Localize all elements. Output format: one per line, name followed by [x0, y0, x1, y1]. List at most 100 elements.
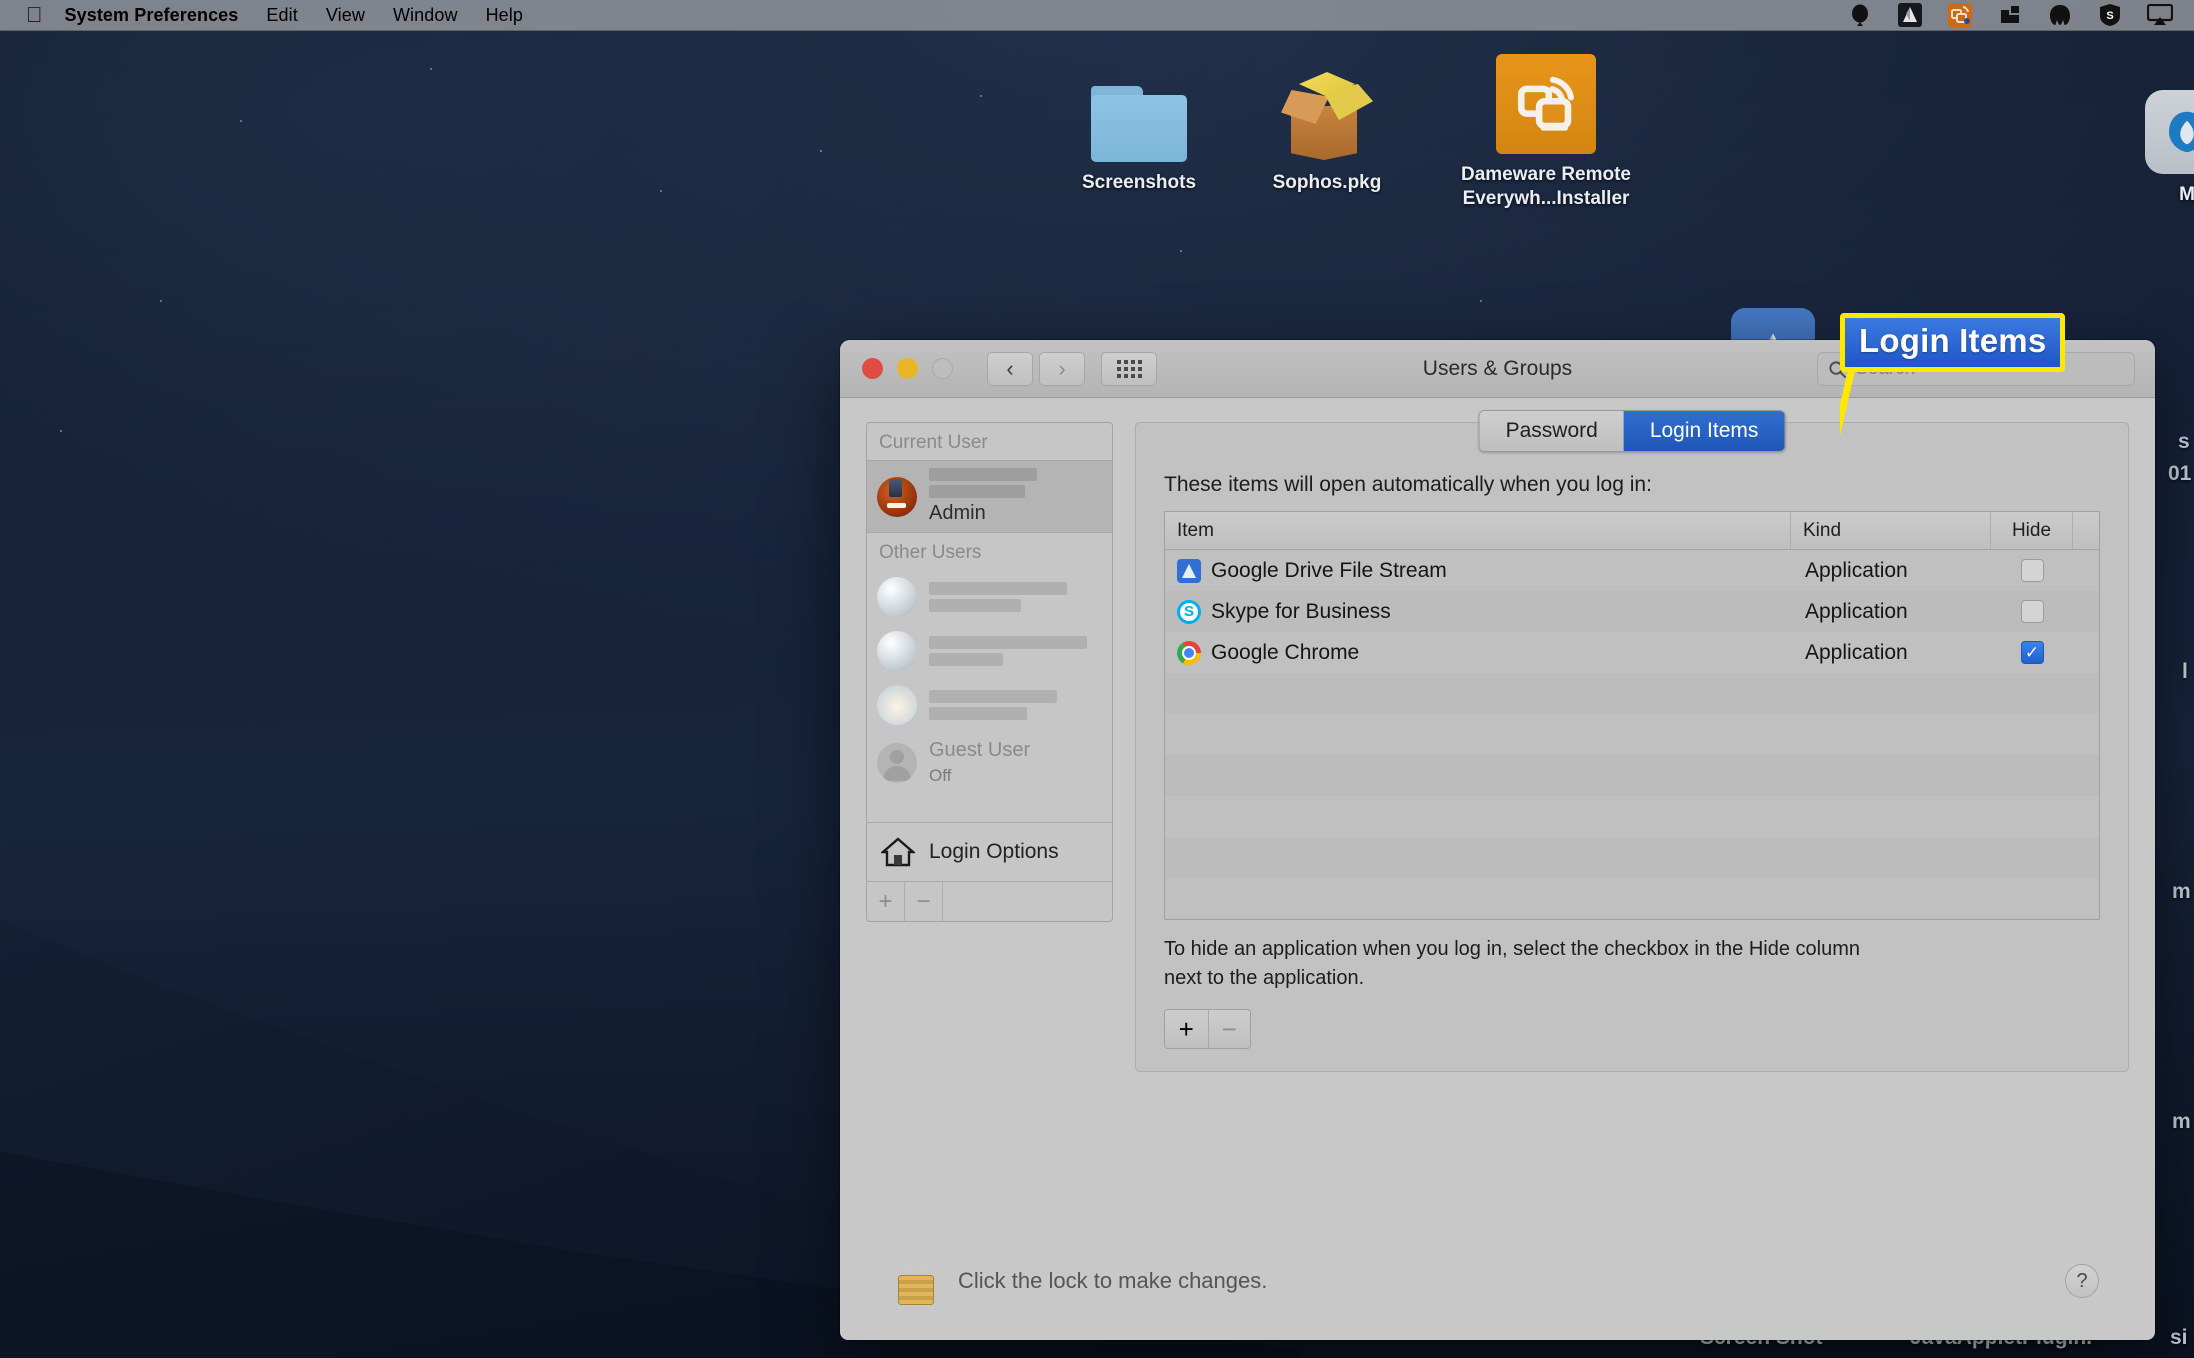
show-all-grid-button[interactable] — [1101, 351, 1157, 386]
guest-user-text: Guest User Off — [929, 739, 1030, 786]
users-and-groups-window: ‹ › Users & Groups Search Current User — [840, 340, 2155, 1340]
other-user-text — [929, 582, 1067, 612]
row-item-label: Skype for Business — [1211, 599, 1391, 623]
menu-status-area: S — [1846, 3, 2174, 27]
grid-icon — [1116, 359, 1142, 378]
row-item-cell: S Skype for Business — [1165, 599, 1791, 624]
desktop-icon-m-app[interactable]: M — [2112, 70, 2194, 207]
sidebar-footer: + − — [867, 881, 1112, 921]
users-sidebar: Current User Admin Other Users Guest Use… — [866, 422, 1113, 922]
table-row[interactable]: Google Drive File Stream Application — [1165, 550, 2099, 591]
remove-login-item-button[interactable]: − — [1207, 1010, 1250, 1048]
menu-help[interactable]: Help — [486, 5, 523, 26]
tab-login-items[interactable]: Login Items — [1623, 411, 1785, 451]
golf-ball-avatar — [877, 577, 917, 617]
content-panes: Current User Admin Other Users Guest Use… — [866, 410, 2129, 1072]
google-drive-icon[interactable] — [1896, 3, 1924, 27]
row-kind-cell: Application — [1805, 599, 1908, 623]
desktop-icon-screenshots[interactable]: Screenshots — [1050, 58, 1228, 195]
edge-label-l: l — [2182, 660, 2188, 683]
other-user-text — [929, 690, 1057, 720]
row-item-label: Google Drive File Stream — [1211, 558, 1447, 582]
tab-password[interactable]: Password — [1479, 411, 1624, 451]
help-button[interactable]: ? — [2065, 1264, 2099, 1298]
admin-avatar — [877, 476, 917, 517]
hide-checkbox[interactable] — [2020, 600, 2044, 623]
menu-system-preferences[interactable]: System Preferences — [65, 5, 239, 26]
folder-icon — [1050, 58, 1228, 162]
login-items-add-remove: + − — [1164, 1009, 1251, 1049]
hide-checkbox[interactable]: ✓ — [2020, 641, 2044, 664]
row-item-cell: Google Drive File Stream — [1165, 558, 1791, 583]
padlock-icon[interactable] — [896, 1257, 936, 1305]
row-item-label: Google Chrome — [1211, 640, 1360, 664]
airplay-icon[interactable] — [2146, 3, 2174, 27]
login-options-label: Login Options — [929, 840, 1059, 863]
callout-label: Login Items — [1859, 322, 2047, 359]
login-items-pane: Password Login Items These items will op… — [1135, 410, 2129, 1072]
bottom-label-si: si — [2170, 1326, 2188, 1349]
dameware-icon — [1412, 50, 1680, 154]
close-button[interactable] — [862, 358, 883, 379]
guest-avatar — [877, 742, 917, 783]
gray-app-icon — [2112, 70, 2194, 174]
redacted-name-line — [929, 690, 1057, 703]
nav-buttons: ‹ › — [987, 351, 1085, 386]
desktop-icon-label: Sophos.pkg — [1272, 172, 1382, 193]
column-header-hide[interactable]: Hide — [1991, 512, 2073, 549]
golf-ball-avatar — [877, 631, 917, 671]
remove-user-button[interactable]: − — [905, 882, 943, 921]
sidebar-item-current-user[interactable]: Admin — [867, 460, 1112, 533]
guest-user-name: Guest User — [929, 739, 1031, 761]
desktop-icon-dameware[interactable]: Dameware Remote Everywh...Installer — [1412, 50, 1680, 212]
redacted-name-line — [929, 599, 1021, 612]
folder-share-icon[interactable] — [1996, 3, 2024, 27]
row-kind-cell: Application — [1805, 640, 1908, 664]
column-header-item[interactable]: Item — [1165, 512, 1791, 549]
row-hide-cell: ✓ — [1991, 641, 2073, 664]
add-user-button[interactable]: + — [867, 882, 905, 921]
redacted-name-line — [929, 707, 1027, 720]
sidebar-item-other-user[interactable] — [867, 624, 1112, 678]
row-hide-cell — [1991, 559, 2073, 582]
back-button[interactable]: ‹ — [987, 351, 1033, 386]
redacted-name-line — [929, 582, 1067, 595]
column-header-kind[interactable]: Kind — [1791, 512, 1991, 549]
other-users-header: Other Users — [879, 542, 982, 563]
balloon-icon[interactable] — [1846, 3, 1874, 27]
desktop-icon-sophos-pkg[interactable]: Sophos.pkg — [1238, 58, 1416, 195]
other-user-text — [929, 636, 1087, 666]
malwarebytes-icon[interactable] — [2046, 3, 2074, 27]
menu-window[interactable]: Window — [393, 5, 458, 26]
menu-view[interactable]: View — [326, 5, 365, 26]
login-items-table: Item Kind Hide Google Drive File Stream … — [1164, 511, 2100, 920]
table-row[interactable]: Google Chrome Application ✓ — [1165, 632, 2099, 673]
table-row[interactable]: S Skype for Business Application — [1165, 591, 2099, 632]
add-login-item-button[interactable]: + — [1165, 1010, 1208, 1048]
redacted-name-line — [929, 485, 1025, 498]
menu-edit[interactable]: Edit — [266, 5, 297, 26]
sidebar-item-guest-user[interactable]: Guest User Off — [867, 732, 1112, 793]
minimize-button[interactable] — [897, 358, 918, 379]
zoom-button[interactable] — [932, 358, 953, 379]
sophos-shield-icon[interactable]: S — [2096, 3, 2124, 27]
dameware-remote-icon[interactable] — [1946, 3, 1974, 27]
current-user-text: Admin — [929, 468, 1037, 525]
desktop-icon-label: Dameware Remote Everywh...Installer — [1460, 164, 1632, 210]
login-items-intro: These items will open automatically when… — [1164, 473, 1652, 496]
forward-button[interactable]: › — [1039, 351, 1085, 386]
callout-login-items: Login Items — [1840, 313, 2066, 372]
redacted-name-line — [929, 468, 1037, 481]
sidebar-item-other-user[interactable] — [867, 678, 1112, 732]
menu-bar:  System Preferences Edit View Window He… — [0, 0, 2194, 31]
edge-label-m2: m — [2172, 1110, 2191, 1133]
hide-checkbox[interactable] — [2020, 559, 2044, 582]
sidebar-item-login-options[interactable]: Login Options — [867, 822, 1112, 881]
table-header: Item Kind Hide — [1165, 512, 2099, 550]
skype-icon: S — [1177, 599, 1201, 624]
sidebar-item-other-user[interactable] — [867, 570, 1112, 624]
apple-menu-icon[interactable]:  — [26, 4, 43, 26]
google-drive-icon — [1177, 558, 1201, 583]
edge-label-s: s — [2178, 430, 2190, 453]
window-footer: Click the lock to make changes. ? — [866, 1222, 2129, 1340]
